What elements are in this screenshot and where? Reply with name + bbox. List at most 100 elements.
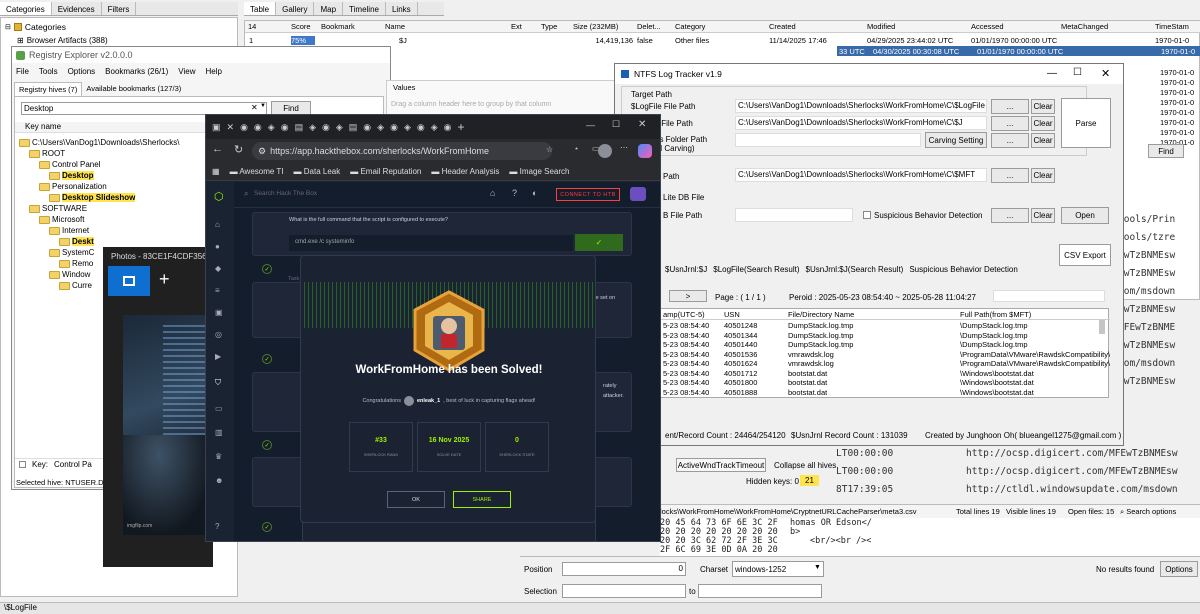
minimize-icon[interactable]: — — [1047, 68, 1057, 79]
htb-search-input[interactable]: Search Hack The Box — [254, 190, 317, 197]
menu-view[interactable]: View — [178, 67, 195, 76]
bookmark-image-search[interactable]: ▬ Image Search — [509, 167, 569, 176]
target-icon[interactable]: ◎ — [215, 330, 222, 339]
tab-favicon-icon[interactable]: ◉ — [322, 122, 330, 133]
maximize-icon[interactable]: ☐ — [612, 119, 620, 130]
tab-favicon-icon[interactable]: ◉ — [417, 122, 425, 133]
list-item[interactable]: LT00:00:00 http://ocsp.digicert.com/MFEwT… — [836, 448, 1200, 466]
options-button[interactable]: Options — [1160, 561, 1198, 577]
tree-node[interactable]: SOFTWARE — [29, 203, 87, 214]
tab-favicon-icon[interactable]: ◉ — [390, 122, 398, 133]
search-icon[interactable]: ⌕ — [1120, 507, 1124, 517]
clear-search-icon[interactable]: ✕ — [251, 103, 258, 112]
tab-favicon-icon[interactable]: ◉ — [281, 122, 289, 133]
tab-map[interactable]: Map — [314, 2, 344, 15]
submit-check-button[interactable]: ✓ — [575, 234, 623, 251]
col-category[interactable]: Category — [675, 22, 769, 31]
terminal-icon[interactable]: ▶ — [215, 352, 221, 361]
tab-favicon-icon[interactable]: ◉ — [254, 122, 262, 133]
tab-favicon-icon[interactable]: ▤ — [295, 122, 304, 133]
expand-icon[interactable]: ⊟ — [5, 23, 11, 31]
tab-favicon-icon[interactable]: ◈ — [336, 122, 343, 133]
table-row-selected[interactable]: 33 UTC 04/30/2025 00:30:08 UTC 01/01/197… — [837, 46, 1200, 56]
menu-bookmarks[interactable]: Bookmarks (26/1) — [105, 67, 168, 76]
tree-node[interactable]: Deskt — [59, 236, 94, 247]
col-ext[interactable]: Ext — [511, 22, 541, 31]
folder-path-field[interactable] — [735, 133, 921, 147]
list-item[interactable]: 8T17:39:05 http://ctldl.windowsupdate.com… — [836, 484, 1200, 502]
help-icon[interactable]: ? — [512, 188, 517, 198]
menu-file[interactable]: File — [16, 67, 29, 76]
menu-help[interactable]: Help — [206, 67, 222, 76]
bookmark-awesome-ti[interactable]: ▬ Awesome TI — [230, 167, 284, 176]
tree-node[interactable]: Microsoft — [39, 214, 84, 225]
chart-icon[interactable]: ▥ — [215, 428, 223, 437]
col-metachanged[interactable]: MetaChanged — [1061, 22, 1155, 31]
tab-close-icon[interactable]: ✕ — [227, 122, 235, 133]
menu-icon[interactable]: ⋯ — [620, 143, 628, 152]
tree-node[interactable]: Internet — [49, 225, 89, 236]
logfile-browse-button[interactable]: ... — [991, 99, 1029, 114]
j-clear-button[interactable]: Clear — [1031, 116, 1055, 131]
bookmark-data-leak[interactable]: ▬ Data Leak — [294, 167, 341, 176]
tab-available-bookmarks[interactable]: Available bookmarks (127/3) — [82, 82, 185, 97]
search-options-link[interactable]: Search options — [1126, 507, 1176, 516]
trophy-icon[interactable]: ♛ — [215, 452, 222, 461]
col-bookmark[interactable]: Bookmark — [321, 22, 385, 31]
tree-node[interactable]: SystemC — [49, 247, 94, 258]
tab-gallery[interactable]: Gallery — [276, 2, 315, 15]
find-button-bg[interactable]: Find — [1148, 144, 1184, 158]
tree-node[interactable]: C:\Users\VanDog1\Downloads\Sherlocks\ — [19, 137, 179, 148]
tab-evidences[interactable]: Evidences — [52, 2, 102, 15]
table-row[interactable]: 5-23 08:54:40 40501800 bootstat.dat \Window… — [660, 378, 1110, 388]
tab-table[interactable]: Table — [244, 2, 277, 15]
db-clear-button[interactable]: Clear — [1031, 208, 1055, 223]
tab-favicon-icon[interactable]: ◈ — [404, 122, 411, 133]
refresh-icon[interactable]: ↻ — [234, 143, 243, 156]
new-tab-icon[interactable]: + — [458, 120, 465, 134]
tab-favicon-icon[interactable]: ◈ — [431, 122, 438, 133]
position-field[interactable]: 0 — [562, 562, 686, 576]
selection-start-field[interactable] — [562, 584, 686, 598]
tab-favicon-icon[interactable]: ◉ — [363, 122, 371, 133]
logfile-clear-button[interactable]: Clear — [1031, 99, 1055, 114]
col-name[interactable]: Name — [385, 22, 511, 31]
selection-end-field[interactable] — [698, 584, 822, 598]
table-row[interactable]: 5-23 08:54:40 40501888 bootstat.dat \Window… — [660, 388, 1110, 398]
fullscreen-icon[interactable]: ⤢ — [502, 544, 512, 559]
tab-favicon-icon[interactable]: ▤ — [349, 122, 358, 133]
tab-favicon-icon[interactable]: ◈ — [268, 122, 275, 133]
shield-icon[interactable]: ⛉ — [215, 378, 221, 388]
charset-select[interactable]: windows-1252 — [732, 561, 824, 577]
table-row[interactable]: 5-23 08:54:40 40501624 vmrawdsk.log \Progra… — [660, 359, 1110, 369]
tree-node[interactable]: Control Panel — [39, 159, 100, 170]
labs-icon[interactable]: ◆ — [215, 264, 221, 273]
menu-options[interactable]: Options — [68, 67, 96, 76]
category-item[interactable]: ⊞ Browser Artifacts (388) — [17, 36, 108, 45]
collapse-all-link[interactable]: Collapse all hives — [774, 461, 836, 470]
j-browse-button[interactable]: ... — [991, 116, 1029, 131]
carving-setting-button[interactable]: Carving Setting — [925, 132, 987, 148]
ok-button[interactable]: OK — [387, 491, 445, 508]
bookmark-email-reputation[interactable]: ▬ Email Reputation — [350, 167, 421, 176]
notification-icon[interactable]: ◐ — [532, 188, 537, 198]
col-created[interactable]: Created — [769, 22, 867, 31]
tree-node[interactable]: Desktop Slideshow — [49, 192, 136, 203]
tab-timeline[interactable]: Timeline — [343, 2, 386, 15]
col-timestamp[interactable]: TimeStam — [1155, 22, 1195, 31]
find-button[interactable]: Find — [271, 101, 311, 115]
close-icon[interactable]: ✕ — [638, 119, 646, 130]
table-row[interactable]: 5-23 08:54:40 40501248 DumpStack.log.tmp \D… — [660, 321, 1110, 331]
maximize-icon[interactable]: ☐ — [1073, 67, 1082, 78]
mft-path-field[interactable]: C:\Users\VanDog1\Downloads\Sherlocks\Wor… — [735, 168, 987, 182]
table-row[interactable]: 5-23 08:54:40 40501712 bootstat.dat \Window… — [660, 369, 1110, 379]
help-icon[interactable]: ? — [215, 522, 219, 531]
db-browse-button[interactable]: ... — [991, 208, 1029, 223]
htb-logo-icon[interactable]: ⬡ — [214, 190, 224, 203]
chevron-down-icon[interactable]: ▼ — [814, 564, 821, 571]
chevron-down-icon[interactable]: ▼ — [260, 103, 266, 109]
answer-field[interactable]: cmd.exe /c systeminfo — [289, 235, 573, 251]
col-deleted[interactable]: Delet... — [637, 22, 675, 31]
tab-categories[interactable]: Categories — [0, 2, 52, 15]
tree-node[interactable]: Desktop — [49, 170, 94, 181]
